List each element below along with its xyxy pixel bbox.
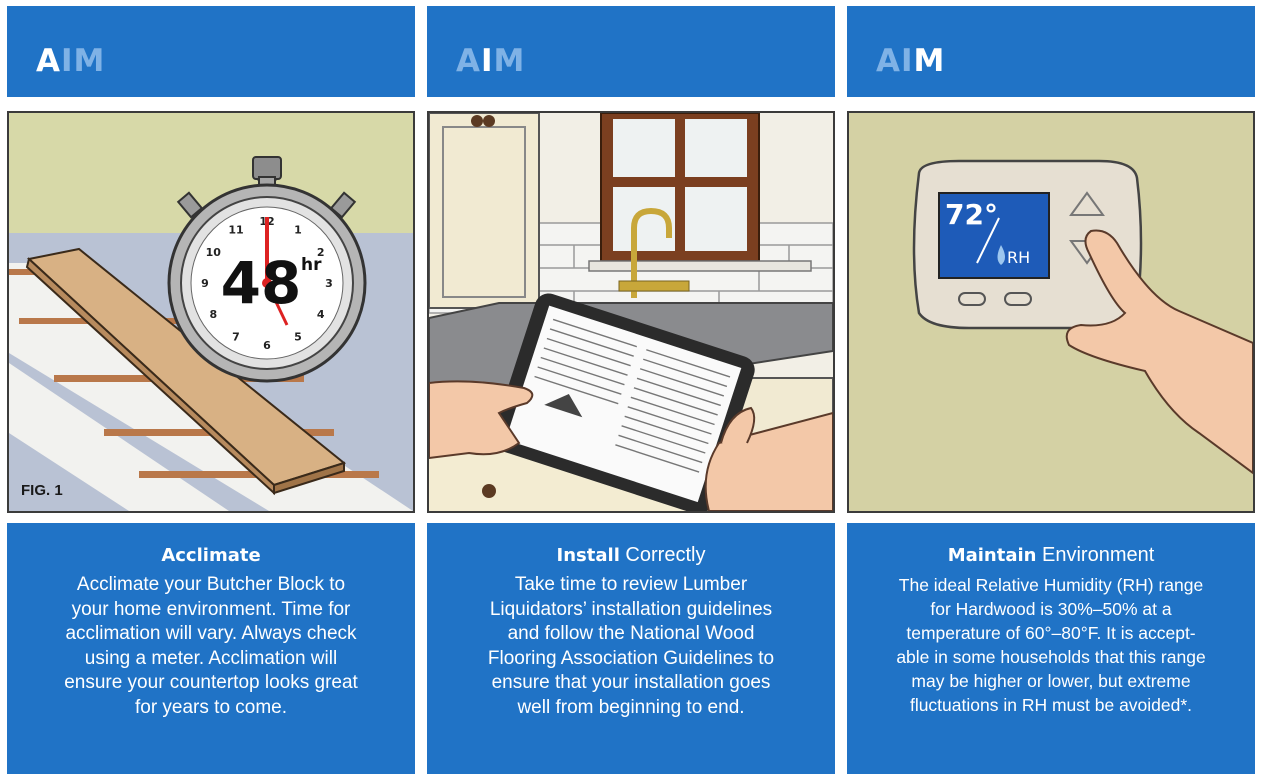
dial-number: 3 — [325, 277, 333, 290]
maintain-illustration: 72° RH — [847, 111, 1255, 513]
caption-body: The ideal Relative Humidity (RH) range f… — [896, 575, 1206, 715]
caption-title-rest: Environment — [1036, 544, 1155, 566]
aim-letter-a: A — [876, 43, 901, 79]
aim-heading: AIM — [36, 46, 105, 77]
dial-number: 1 — [294, 223, 302, 236]
caption-box: Acclimate Acclimate your Butcher Block t… — [7, 523, 415, 774]
panel-acclimate: AIM 1 2 3 4 5 6 7 8 9 10 11 48 hr FIG. 1… — [7, 0, 415, 774]
caption-title-bold: Maintain — [947, 545, 1037, 566]
aim-letter-i: I — [901, 43, 914, 79]
thermostat-temperature: 72° — [945, 198, 998, 231]
aim-letter-i: I — [61, 43, 74, 79]
panel-header: AIM — [847, 6, 1255, 97]
aim-heading: AIM — [456, 46, 525, 77]
aim-letter-i: I — [481, 43, 494, 79]
acclimate-illustration: 121234567891011 48 hr FIG. 1 — [7, 111, 415, 513]
caption-title: Install Correctly — [427, 543, 835, 568]
dial-number: 7 — [232, 331, 240, 344]
panel-header: AIM — [7, 6, 415, 97]
panel-maintain: AIM 72° RH Maintain Environment The idea… — [847, 0, 1255, 774]
figure-label: FIG. 1 — [21, 482, 63, 499]
caption-title: Maintain Environment — [847, 543, 1255, 568]
panel-header: AIM — [427, 6, 835, 97]
caption-title: Acclimate — [7, 543, 415, 568]
panel-install: AIM Install Correctly Take time to revie… — [427, 0, 835, 774]
caption-box: Maintain Environment The ideal Relative … — [847, 523, 1255, 774]
thermostat-rh-label: RH — [1007, 248, 1030, 267]
dial-number: 6 — [263, 339, 271, 352]
caption-title-bold: Install — [556, 545, 620, 566]
dial-number: 5 — [294, 331, 302, 344]
aim-heading: AIM — [876, 46, 945, 77]
dial-number: 4 — [317, 308, 325, 321]
caption-box: Install Correctly Take time to review Lu… — [427, 523, 835, 774]
dial-number: 8 — [209, 308, 217, 321]
dial-number: 10 — [206, 246, 222, 259]
aim-letter-a: A — [456, 43, 481, 79]
aim-letter-a: A — [36, 43, 61, 79]
timer-digits: 48 — [221, 249, 302, 317]
caption-body: Acclimate your Butcher Block to your hom… — [64, 574, 358, 718]
aim-letter-m: M — [493, 43, 526, 79]
caption-title-bold: Acclimate — [161, 545, 261, 566]
timer-unit: hr — [301, 255, 322, 275]
install-illustration — [427, 111, 835, 513]
dial-number: 9 — [201, 277, 209, 290]
dial-number: 11 — [228, 223, 243, 236]
aim-letter-m: M — [913, 43, 946, 79]
caption-body: Take time to review Lumber Liquidators’ … — [487, 574, 775, 718]
caption-title-rest: Correctly — [619, 544, 706, 566]
aim-letter-m: M — [73, 43, 106, 79]
